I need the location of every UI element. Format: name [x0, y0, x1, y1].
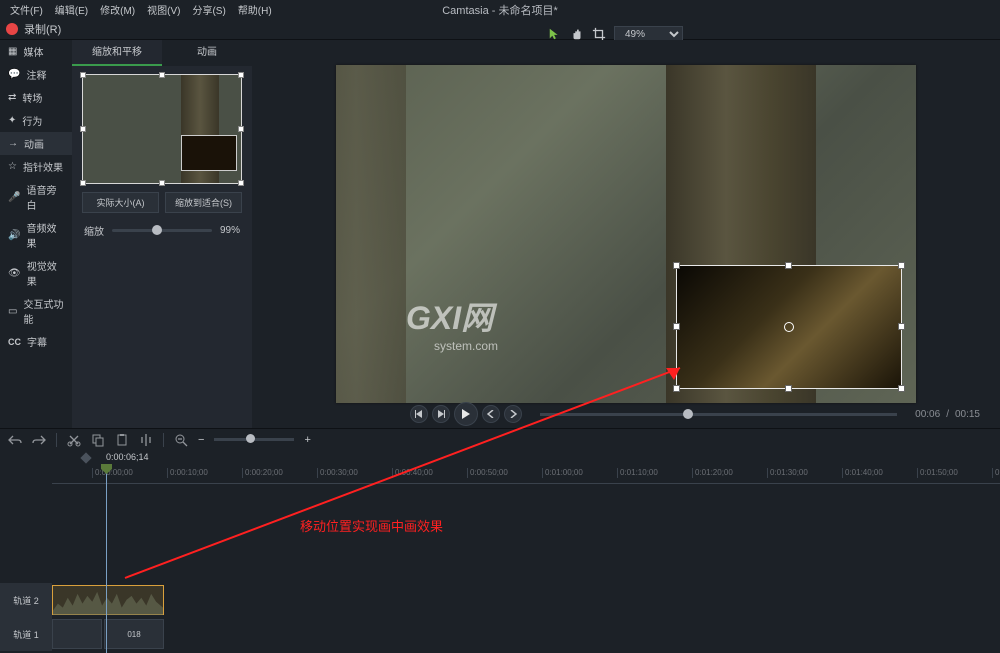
sidebar-label: 媒体: [23, 44, 43, 59]
watermark: GXI网 system.com: [406, 293, 498, 353]
sidebar-item-cursor-effects[interactable]: ☆ 指针效果: [0, 155, 72, 178]
tab-animation[interactable]: 动画: [162, 40, 252, 66]
sidebar-label: 动画: [24, 136, 44, 151]
voice-icon: 🎤: [8, 192, 20, 203]
scale-label: 缩放: [84, 223, 104, 238]
redo-button[interactable]: [32, 433, 46, 447]
sidebar-item-captions[interactable]: CC 字幕: [0, 330, 72, 353]
sidebar-label: 字幕: [27, 334, 47, 349]
sidebar-item-voice[interactable]: 🎤 语音旁白: [0, 178, 72, 216]
sidebar-item-media[interactable]: ▦ 媒体: [0, 40, 72, 63]
pip-thumbnail[interactable]: [181, 135, 237, 171]
clip-track1-b[interactable]: 018: [104, 619, 164, 649]
menu-help[interactable]: 帮助(H): [232, 0, 278, 19]
play-button[interactable]: [454, 402, 478, 426]
track-label-1[interactable]: 轨道 1: [0, 617, 52, 651]
menu-file[interactable]: 文件(F): [4, 0, 49, 19]
select-tool-icon[interactable]: [548, 27, 562, 41]
zoom-out-button[interactable]: [174, 433, 188, 447]
hand-tool-icon[interactable]: [570, 27, 584, 41]
record-bar: 录制(R): [0, 18, 1000, 40]
properties-panel: 缩放和平移 动画 实际大小(A) 缩放到适合(S) 缩放 99%: [72, 40, 252, 428]
thumbnail-preview[interactable]: [82, 74, 242, 184]
transition-icon: ⇄: [8, 92, 16, 103]
tab-scale-pan[interactable]: 缩放和平移: [72, 40, 162, 66]
playhead-time: 0:00:06;14: [106, 452, 149, 462]
interact-icon: ▭: [8, 306, 17, 317]
scale-to-fit-button[interactable]: 缩放到适合(S): [165, 192, 242, 213]
seek-slider[interactable]: [540, 413, 897, 416]
sidebar-item-transitions[interactable]: ⇄ 转场: [0, 86, 72, 109]
time-total: 00:15: [955, 409, 980, 420]
preview-canvas[interactable]: GXI网 system.com: [336, 65, 916, 403]
timeline-zoom-slider[interactable]: [214, 438, 294, 441]
sidebar-label: 行为: [22, 113, 42, 128]
sidebar-item-annotations[interactable]: 💬 注释: [0, 63, 72, 86]
clip-track2[interactable]: [52, 585, 164, 615]
track-row-1: 轨道 1 018: [0, 617, 1000, 651]
track-lane-2[interactable]: [52, 583, 1000, 617]
pip-clip[interactable]: [676, 265, 902, 389]
timeline-toolbar: − +: [0, 428, 1000, 450]
window-title: Camtasia - 未命名项目*: [442, 2, 558, 18]
next-frame-button[interactable]: [432, 405, 450, 423]
copy-button[interactable]: [91, 433, 105, 447]
tools-sidebar: ▦ 媒体 💬 注释 ⇄ 转场 ✦ 行为 → 动画 ☆ 指针效果 🎤 语音旁白 🔊 音频效果 👁 视…: [0, 40, 72, 428]
cut-button[interactable]: [67, 433, 81, 447]
track-lane-1[interactable]: 018: [52, 617, 1000, 651]
sidebar-label: 注释: [26, 67, 46, 82]
sidebar-item-visual-effects[interactable]: 👁 视觉效果: [0, 254, 72, 292]
menu-share[interactable]: 分享(S): [186, 0, 231, 19]
track-row-2: 轨道 2: [0, 583, 1000, 617]
next-marker-button[interactable]: [504, 405, 522, 423]
prev-frame-button[interactable]: [410, 405, 428, 423]
paste-button[interactable]: [115, 433, 129, 447]
behavior-icon: ✦: [8, 115, 16, 126]
animation-icon: →: [8, 138, 18, 149]
visual-icon: 👁: [8, 268, 21, 279]
annotation-text: 移动位置实现画中画效果: [300, 516, 443, 535]
menu-view[interactable]: 视图(V): [141, 0, 186, 19]
time-sep: /: [946, 409, 949, 420]
scale-slider[interactable]: [112, 229, 212, 232]
menu-modify[interactable]: 修改(M): [94, 0, 141, 19]
playback-controls: 00:06 / 00:15: [350, 400, 980, 428]
cc-icon: CC: [8, 337, 21, 347]
sidebar-label: 转场: [22, 90, 42, 105]
annotation-icon: 💬: [8, 69, 20, 80]
sidebar-label: 交互式功能: [23, 296, 64, 326]
canvas-area: GXI网 system.com: [252, 40, 1000, 428]
cursor-icon: ☆: [8, 161, 17, 172]
record-label[interactable]: 录制(R): [24, 21, 61, 37]
menu-edit[interactable]: 编辑(E): [49, 0, 94, 19]
time-ruler[interactable]: 0:00:00;00 0:00:10;00 0:00:20;00 0:00:30…: [52, 468, 1000, 484]
clip-track1-a[interactable]: [52, 619, 102, 649]
record-icon[interactable]: [6, 23, 18, 35]
prev-marker-button[interactable]: [482, 405, 500, 423]
sidebar-item-animations[interactable]: → 动画: [0, 132, 72, 155]
media-icon: ▦: [8, 46, 17, 57]
sidebar-item-behaviors[interactable]: ✦ 行为: [0, 109, 72, 132]
track-label-2[interactable]: 轨道 2: [0, 583, 52, 617]
crop-tool-icon[interactable]: [592, 27, 606, 41]
sidebar-item-interactive[interactable]: ▭ 交互式功能: [0, 292, 72, 330]
undo-button[interactable]: [8, 433, 22, 447]
zoom-plus[interactable]: +: [304, 434, 310, 446]
scale-value: 99%: [220, 225, 240, 236]
sidebar-label: 音频效果: [26, 220, 64, 250]
timeline: 0:00:06;14 0:00:00;00 0:00:10;00 0:00:20…: [0, 450, 1000, 653]
keyframe-row[interactable]: [52, 450, 1000, 468]
sidebar-label: 语音旁白: [26, 182, 64, 212]
sidebar-item-audio-effects[interactable]: 🔊 音频效果: [0, 216, 72, 254]
audio-icon: 🔊: [8, 230, 20, 241]
split-button[interactable]: [139, 433, 153, 447]
zoom-minus[interactable]: −: [198, 434, 204, 446]
sidebar-label: 指针效果: [23, 159, 63, 174]
playhead[interactable]: [106, 464, 107, 653]
sidebar-label: 视觉效果: [27, 258, 64, 288]
actual-size-button[interactable]: 实际大小(A): [82, 192, 159, 213]
time-current: 00:06: [915, 409, 940, 420]
